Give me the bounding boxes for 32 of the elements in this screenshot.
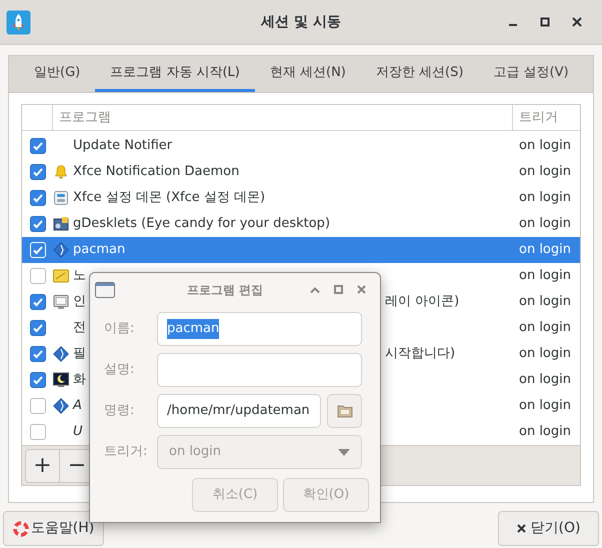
- field-label: 설명:: [104, 361, 136, 380]
- program-name: gDesklets (Eye candy for your desktop): [73, 215, 330, 234]
- window-title: 세션 및 시동: [260, 12, 342, 32]
- program-name: Xfce Notification Daemon: [73, 163, 240, 182]
- trigger-cell-text: on login: [518, 293, 572, 312]
- trigger-cell-text: on login: [518, 319, 572, 338]
- dialog-title: 프로그램 편집: [186, 282, 264, 298]
- trigger-cell-text: on login: [518, 371, 572, 390]
- program-name: 전: [73, 319, 86, 338]
- trigger-cell-text: on login: [518, 267, 572, 286]
- program-name: 화: [73, 371, 86, 390]
- program-name: 인: [73, 293, 86, 312]
- trigger-cell-text: on login: [518, 163, 572, 182]
- trigger-cell-text: on login: [518, 137, 572, 156]
- trigger-cell-text: on login: [518, 423, 572, 442]
- field-label: 트리거:: [104, 443, 148, 462]
- program-name: Update Notifier: [73, 137, 172, 156]
- trigger-cell-text: on login: [518, 241, 572, 260]
- trigger-cell-text: on login: [518, 215, 572, 234]
- trigger-cell-text: on login: [518, 189, 572, 208]
- program-name: pacman: [73, 241, 126, 260]
- program-name: Xfce 설정 데몬 (Xfce 설정 데몬): [73, 189, 266, 208]
- trigger-cell-text: on login: [518, 345, 572, 364]
- program-name-end: 레이 아이콘): [385, 293, 460, 312]
- program-name: A: [73, 397, 82, 416]
- program-name-end: 시작합니다): [385, 345, 456, 364]
- trigger-cell-text: on login: [518, 397, 572, 416]
- field-label: 이름:: [104, 320, 136, 338]
- program-name: U: [73, 423, 83, 442]
- program-name: 필: [73, 345, 86, 364]
- program-name: 노: [73, 267, 86, 286]
- field-label: 명령:: [104, 402, 136, 420]
